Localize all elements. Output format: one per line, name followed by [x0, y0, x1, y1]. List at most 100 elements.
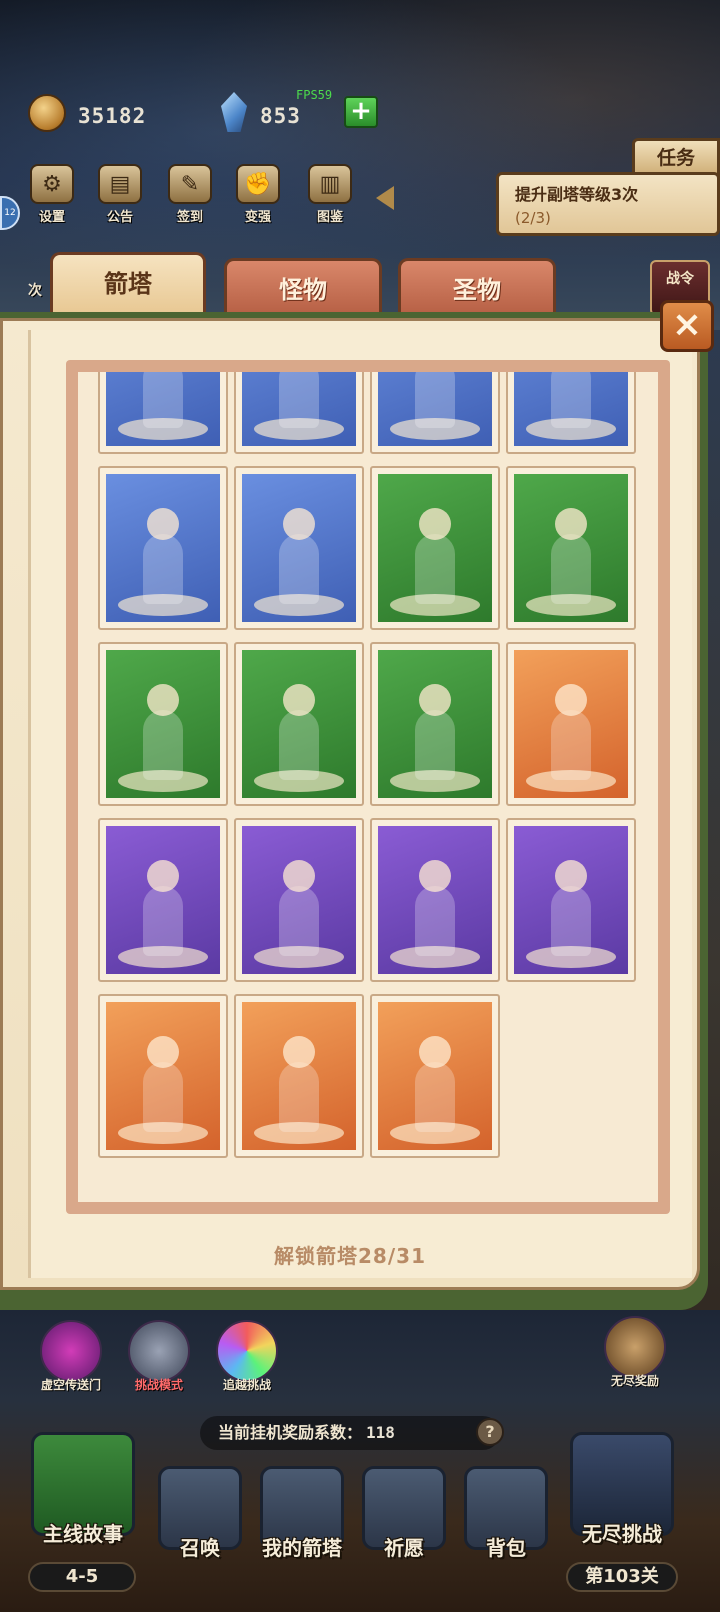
summon-label: 召唤	[180, 1536, 220, 1560]
main-story-button[interactable]: 主线故事	[28, 1432, 138, 1547]
tower-card[interactable]	[370, 466, 500, 630]
tower-portrait	[514, 372, 628, 446]
gem-count: 853	[260, 104, 301, 128]
tower-grid-frame	[66, 360, 670, 1214]
tower-card[interactable]	[370, 642, 500, 806]
tower-card[interactable]	[234, 818, 364, 982]
book-icon: ▥	[308, 164, 352, 204]
idle-reward-label: 当前挂机奖励系数：	[218, 1423, 363, 1442]
fps-counter: FPS59	[296, 88, 333, 102]
powerup-label: 变强	[244, 210, 271, 225]
main-story-label: 主线故事	[43, 1522, 123, 1546]
tower-portrait	[242, 826, 356, 974]
tower-portrait	[106, 372, 220, 446]
tower-card[interactable]	[234, 466, 364, 630]
void-portal-button[interactable]: 虚空传送门	[38, 1320, 104, 1393]
my-towers-button[interactable]: 我的箭塔	[254, 1466, 350, 1561]
endless-challenge-label: 无尽挑战	[582, 1522, 662, 1546]
scroll-icon: ✎	[168, 164, 212, 204]
tab-arrow-tower[interactable]: 箭塔	[50, 252, 206, 314]
tower-portrait	[106, 474, 220, 622]
add-gems-button[interactable]: +	[344, 96, 378, 128]
gold-count: 35182	[78, 104, 147, 128]
notice-icon: ▤	[98, 164, 142, 204]
task-title: 提升副塔等级3次	[515, 185, 639, 204]
tower-portrait	[378, 474, 492, 622]
tower-card[interactable]	[370, 818, 500, 982]
backpack-button[interactable]: 背包	[458, 1466, 554, 1561]
chase-challenge-button[interactable]: 追越挑战	[214, 1320, 280, 1393]
help-button[interactable]: ?	[476, 1418, 504, 1446]
tower-portrait	[106, 826, 220, 974]
portal-icon	[40, 1320, 102, 1382]
tower-card[interactable]	[234, 372, 364, 454]
tower-card[interactable]	[506, 642, 636, 806]
tower-portrait	[242, 650, 356, 798]
task-board[interactable]: 提升副塔等级3次 (2/3)	[496, 172, 720, 236]
tower-card[interactable]	[98, 372, 228, 454]
tower-portrait	[378, 650, 492, 798]
gold-coin-icon	[28, 94, 66, 132]
powerup-button[interactable]: ✊ 变强	[228, 164, 288, 225]
tower-portrait	[514, 826, 628, 974]
tower-card[interactable]	[98, 466, 228, 630]
notice-button[interactable]: ▤ 公告	[90, 164, 150, 225]
void-portal-label: 虚空传送门	[40, 1378, 101, 1392]
notice-label: 公告	[106, 210, 133, 225]
checkin-button[interactable]: ✎ 签到	[160, 164, 220, 225]
checkin-label: 签到	[176, 210, 203, 225]
tower-card[interactable]	[370, 994, 500, 1158]
tower-portrait	[514, 650, 628, 798]
endless-reward-label: 无尽奖励	[610, 1374, 659, 1388]
tower-portrait	[106, 1002, 220, 1150]
chase-challenge-label: 追越挑战	[222, 1378, 271, 1392]
wish-label: 祈愿	[384, 1536, 424, 1560]
tower-portrait	[242, 1002, 356, 1150]
star-icon	[216, 1320, 278, 1382]
tab-monster[interactable]: 怪物	[224, 258, 382, 320]
story-stage-pill: 4-5	[28, 1562, 136, 1592]
tower-portrait	[242, 474, 356, 622]
tower-card[interactable]	[234, 994, 364, 1158]
endless-stage-pill: 第103关	[566, 1562, 678, 1592]
wish-button[interactable]: 祈愿	[356, 1466, 452, 1561]
my-towers-label: 我的箭塔	[262, 1536, 342, 1560]
endless-reward-button[interactable]: 无尽奖励	[602, 1316, 668, 1389]
tower-card[interactable]	[98, 642, 228, 806]
tower-card[interactable]	[370, 372, 500, 454]
close-button[interactable]: ×	[660, 300, 714, 352]
endless-challenge-button[interactable]: 无尽挑战	[566, 1432, 678, 1547]
tower-card[interactable]	[98, 818, 228, 982]
chest-icon	[604, 1316, 666, 1378]
challenge-mode-button[interactable]: 挑战模式	[126, 1320, 192, 1393]
challenge-mode-label: 挑战模式	[134, 1378, 183, 1392]
codex-button[interactable]: ▥ 图鉴	[300, 164, 360, 225]
gargoyle-icon	[128, 1320, 190, 1382]
tower-card[interactable]	[234, 642, 364, 806]
collapse-menu-arrow-icon[interactable]	[376, 186, 394, 210]
summon-button[interactable]: 召唤	[152, 1466, 248, 1561]
unlock-progress-text: 解锁箭塔28/31	[274, 1244, 426, 1268]
tower-portrait	[378, 826, 492, 974]
tower-card[interactable]	[98, 994, 228, 1158]
backpack-label: 背包	[486, 1536, 526, 1560]
tab-relic[interactable]: 圣物	[398, 258, 556, 320]
fist-icon: ✊	[236, 164, 280, 204]
gear-icon: ⚙	[30, 164, 74, 204]
idle-reward-bar: 当前挂机奖励系数： 118	[200, 1416, 500, 1450]
tower-grid[interactable]	[78, 372, 658, 1202]
tower-card[interactable]	[506, 818, 636, 982]
tower-portrait	[378, 372, 492, 446]
settings-label: 设置	[38, 210, 65, 225]
task-progress: (2/3)	[515, 209, 551, 227]
tower-portrait	[106, 650, 220, 798]
tower-portrait	[378, 1002, 492, 1150]
tower-card[interactable]	[506, 372, 636, 454]
tower-portrait	[242, 372, 356, 446]
side-left-label: 次	[28, 283, 42, 299]
idle-reward-value: 118	[366, 1423, 395, 1442]
codex-label: 图鉴	[316, 210, 343, 225]
settings-button[interactable]: ⚙ 设置	[22, 164, 82, 225]
tower-card[interactable]	[506, 466, 636, 630]
tower-portrait	[514, 474, 628, 622]
